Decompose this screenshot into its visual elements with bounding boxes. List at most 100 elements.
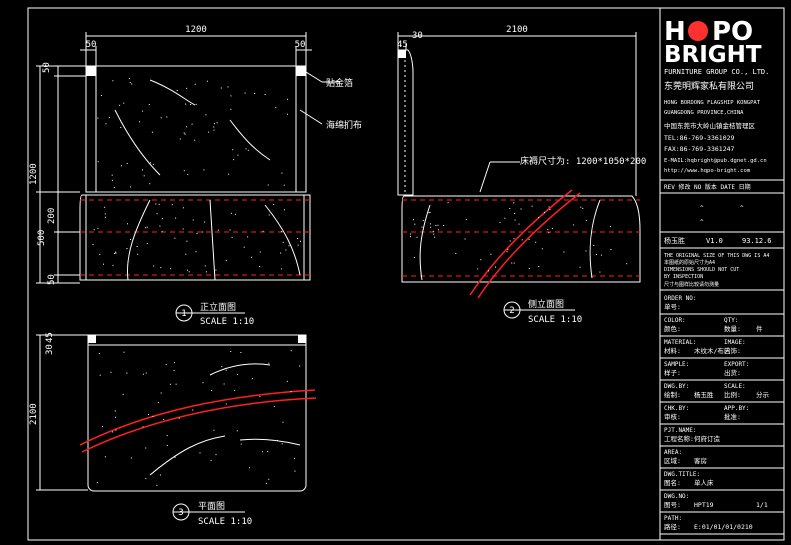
- texture-speck: [211, 389, 213, 391]
- title-block-text: 审核:: [664, 412, 681, 421]
- texture-speck: [126, 248, 128, 249]
- texture-speck: [213, 429, 215, 431]
- texture-speck: [490, 253, 492, 255]
- texture-speck: [514, 213, 516, 214]
- texture-speck: [268, 214, 270, 216]
- texture-speck: [609, 226, 611, 228]
- texture-speck: [114, 253, 115, 254]
- texture-speck: [231, 236, 233, 238]
- texture-speck: [166, 445, 168, 446]
- texture-speck: [152, 163, 154, 165]
- mattress-annotation: 床褥尺寸为: 1200*1050*200: [520, 155, 646, 167]
- texture-speck: [113, 187, 115, 188]
- plan-view: 2100 30 45 3 平面图 SCALE 1:10: [29, 332, 317, 527]
- svg-text:尺寸与图样比较请勿测量: 尺寸与图样比较请勿测量: [664, 281, 719, 288]
- front-height-dim: 1200: [29, 163, 39, 185]
- texture-speck: [183, 132, 185, 134]
- texture-speck: [413, 219, 414, 221]
- front-bottom-dim: 50: [47, 274, 57, 285]
- texture-speck: [280, 252, 282, 254]
- texture-speck: [123, 102, 125, 104]
- texture-speck: [115, 251, 116, 253]
- texture-speck: [97, 227, 99, 229]
- texture-speck: [236, 430, 238, 432]
- view2-title: 侧立面图: [528, 298, 564, 310]
- texture-speck: [159, 225, 161, 227]
- texture-speck: [155, 203, 157, 205]
- texture-speck: [225, 403, 227, 405]
- title-block-text: 杨玉胜: [694, 390, 714, 399]
- texture-speck: [229, 229, 231, 231]
- texture-speck: [437, 224, 439, 226]
- texture-speck: [148, 414, 149, 415]
- texture-speck: [149, 183, 151, 185]
- texture-speck: [163, 418, 165, 420]
- texture-speck: [190, 104, 192, 105]
- texture-speck: [121, 165, 122, 167]
- texture-speck: [437, 229, 439, 231]
- texture-speck: [115, 429, 117, 431]
- texture-speck: [273, 405, 275, 407]
- title-block-text: DWG.BY:: [664, 383, 689, 390]
- title-block-text: 分示: [756, 390, 770, 399]
- texture-speck: [108, 117, 110, 119]
- texture-speck: [220, 87, 222, 89]
- texture-speck: [259, 251, 261, 253]
- texture-speck: [262, 451, 263, 453]
- texture-speck: [175, 217, 177, 219]
- texture-speck: [213, 123, 215, 125]
- title-block-text: 件: [756, 324, 763, 333]
- texture-speck: [144, 227, 146, 229]
- svg-text:TEL:86-769-3361029: TEL:86-769-3361029: [664, 134, 735, 142]
- svg-text:GUANGDONG PROVINCE,CHINA: GUANGDONG PROVINCE,CHINA: [664, 110, 744, 116]
- texture-speck: [593, 245, 595, 246]
- title-block-text: 批准:: [724, 412, 741, 421]
- texture-speck: [171, 204, 173, 206]
- left-post-cap: [86, 66, 96, 76]
- view1-scale: SCALE 1:10: [200, 317, 254, 327]
- texture-speck: [285, 249, 287, 251]
- svg-text:^: ^: [700, 219, 704, 226]
- texture-speck: [225, 369, 227, 371]
- texture-speck: [535, 241, 537, 243]
- texture-speck: [160, 117, 162, 119]
- texture-speck: [283, 184, 285, 186]
- title-block-text: EXPORT:: [724, 361, 749, 368]
- texture-speck: [182, 228, 184, 230]
- title-block-text: SCALE:: [724, 383, 746, 390]
- svg-text:^: ^: [740, 205, 744, 212]
- texture-speck: [251, 256, 253, 258]
- front-right-post-dim: 50: [295, 40, 306, 50]
- texture-speck: [259, 396, 261, 398]
- texture-speck: [203, 169, 205, 171]
- texture-speck: [230, 95, 232, 97]
- texture-speck: [92, 244, 94, 245]
- texture-speck: [513, 262, 515, 264]
- texture-speck: [185, 103, 187, 105]
- texture-speck: [145, 478, 147, 480]
- texture-speck: [267, 184, 269, 186]
- texture-speck: [249, 467, 250, 469]
- texture-speck: [104, 456, 106, 458]
- texture-speck: [187, 174, 189, 175]
- texture-speck: [129, 82, 131, 84]
- texture-speck: [170, 268, 172, 270]
- texture-speck: [277, 439, 278, 441]
- title-block-text: 比例:: [724, 390, 741, 399]
- texture-speck: [243, 246, 245, 248]
- upholstery-annotation: 海绵扪布: [326, 119, 362, 131]
- title-block-text: PATH:: [664, 515, 682, 522]
- texture-speck: [240, 443, 242, 445]
- texture-speck: [142, 373, 144, 375]
- front-base-dim: 500: [37, 230, 47, 246]
- texture-speck: [288, 245, 290, 247]
- texture-speck: [111, 179, 113, 181]
- side-post-dim: 45: [397, 40, 408, 50]
- approval-version: V1.0: [706, 237, 723, 245]
- texture-speck: [580, 206, 582, 208]
- texture-speck: [160, 267, 162, 269]
- texture-speck: [148, 104, 150, 105]
- texture-speck: [551, 227, 553, 229]
- texture-speck: [142, 426, 144, 428]
- texture-speck: [156, 213, 158, 215]
